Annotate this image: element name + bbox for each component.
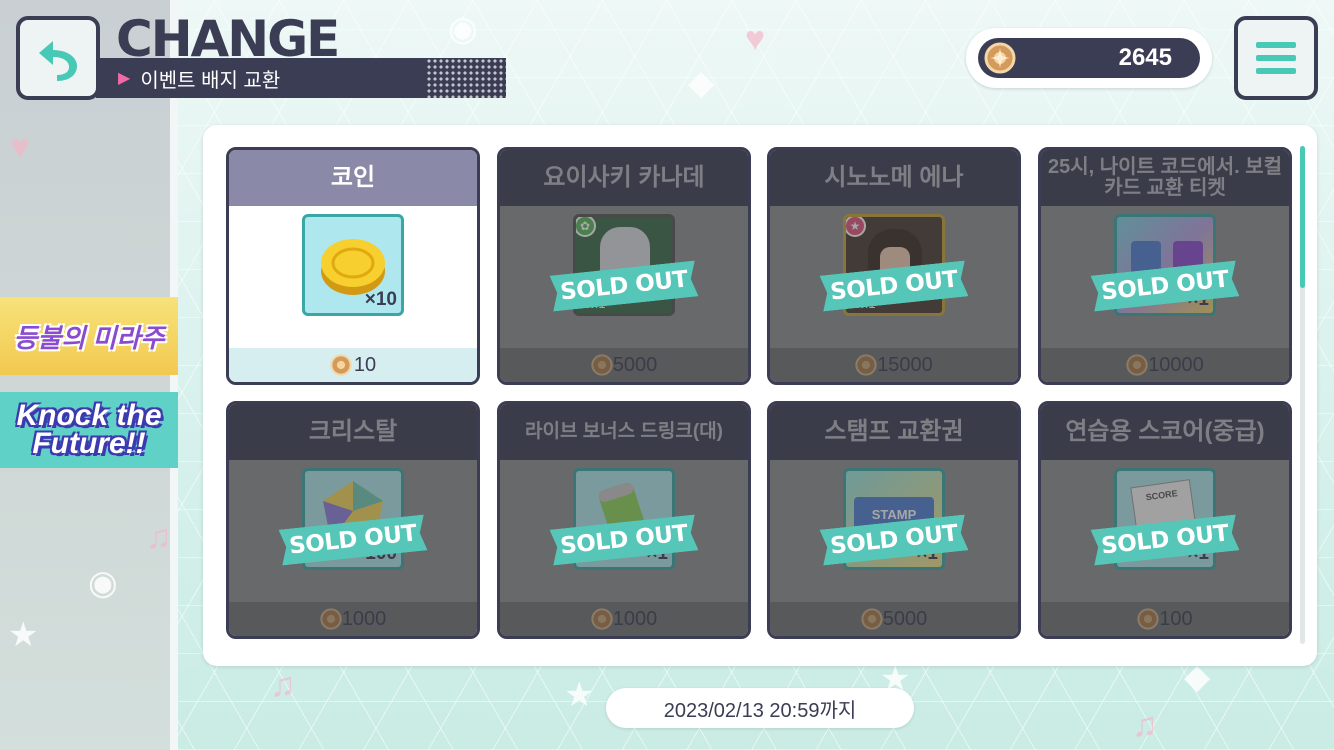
- menu-line: [1256, 55, 1296, 61]
- disc-decoration-icon: ◉: [88, 564, 118, 602]
- exchange-deadline: 2023/02/13 20:59까지: [606, 688, 914, 728]
- page-subtitle: 이벤트 배지 교환: [140, 69, 281, 92]
- disc-decoration-icon: ◉: [448, 10, 478, 48]
- item-thumbnail-area: ×10: [229, 206, 477, 348]
- shop-item-card[interactable]: 크리스탈 ×100 1000 SOLD OUT: [226, 401, 480, 639]
- shop-item-card[interactable]: 요이사키 카나데 Lv.1 ✿ 5000 SOLD OUT: [497, 147, 751, 385]
- currency-pill: 2645: [978, 38, 1200, 78]
- sold-out-dim: [500, 404, 748, 636]
- sold-out-dim: [770, 150, 1018, 382]
- music-note-decoration-icon: ♫: [146, 518, 172, 556]
- currency-display: 2645: [966, 28, 1212, 88]
- item-name: 코인: [229, 150, 477, 206]
- sold-out-dim: [229, 404, 477, 636]
- currency-amount: 2645: [1118, 44, 1172, 71]
- halftone-decoration: [426, 58, 506, 98]
- shop-item-card[interactable]: 시노노메 에나 Lv.1 ★ 15000 SOLD OUT: [767, 147, 1021, 385]
- shop-item-card[interactable]: 연습용 스코어(중급) SCORE ×1 100 SOLD OUT: [1038, 401, 1292, 639]
- diamond-decoration-icon: ◆: [688, 64, 715, 102]
- shop-scrollbar[interactable]: [1300, 146, 1305, 644]
- menu-line: [1256, 42, 1296, 48]
- shop-item-card[interactable]: 코인 ×10 10: [226, 147, 480, 385]
- star-decoration-icon: ★: [564, 676, 595, 714]
- event-banner-knock-the-future[interactable]: Knock the Future!!: [0, 392, 178, 468]
- item-price: 10: [229, 348, 477, 382]
- item-quantity: ×10: [364, 289, 397, 310]
- shop-item-card[interactable]: 25시, 나이트 코드에서. 보컬 카드 교환 티켓 ×1 10000 SOLD…: [1038, 147, 1292, 385]
- sold-out-dim: [1041, 150, 1289, 382]
- page-subtitle-bar: ▶ 이벤트 배지 교환: [96, 58, 506, 98]
- shop-item-card[interactable]: 스탬프 교환권 STAMP ×1 5000 SOLD OUT: [767, 401, 1021, 639]
- music-note-decoration-icon: ♫: [1132, 706, 1158, 744]
- sold-out-dim: [770, 404, 1018, 636]
- heart-decoration-icon: ♥: [10, 128, 31, 166]
- scroll-thumb[interactable]: [1300, 146, 1305, 288]
- item-thumbnail: ×10: [302, 214, 404, 316]
- item-price-value: 10: [353, 353, 377, 376]
- banner-label: 등불의 미라주: [13, 322, 165, 353]
- back-button[interactable]: [16, 16, 100, 100]
- back-arrow-icon: [39, 41, 77, 81]
- menu-line: [1256, 68, 1296, 74]
- event-badge-icon: [984, 42, 1016, 74]
- event-badge-icon: [330, 354, 352, 376]
- event-banner-mirage[interactable]: 등불의 미라주: [0, 297, 178, 375]
- shop-item-card[interactable]: 라이브 보너스 드링크(대) ×1 1000 SOLD OUT: [497, 401, 751, 639]
- star-decoration-icon: ★: [8, 616, 39, 654]
- heart-decoration-icon: ♥: [745, 20, 766, 58]
- sold-out-dim: [1041, 404, 1289, 636]
- banner-label: Knock the Future!!: [16, 398, 162, 460]
- sold-out-dim: [500, 150, 748, 382]
- play-triangle-icon: ▶: [118, 70, 131, 87]
- menu-button[interactable]: [1234, 16, 1318, 100]
- music-note-decoration-icon: ♫: [270, 666, 296, 704]
